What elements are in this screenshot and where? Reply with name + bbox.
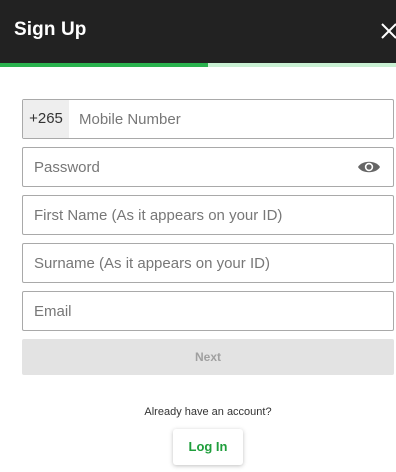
country-code-prefix: +265 [23,100,69,138]
mobile-number-field: +265 [22,99,394,139]
log-in-button[interactable]: Log In [173,429,243,465]
signup-progress-bar [0,63,396,67]
surname-input[interactable] [34,244,384,282]
page-title: Sign Up [14,19,87,40]
signup-progress-fill [0,63,208,67]
header-bar: Sign Up [0,0,396,63]
email-field [22,291,394,331]
eye-icon[interactable] [357,158,381,176]
password-input[interactable] [34,148,344,186]
password-field [22,147,394,187]
mobile-number-input[interactable] [79,100,379,138]
surname-field [22,243,394,283]
close-icon[interactable] [378,20,396,40]
first-name-input[interactable] [34,196,384,234]
next-button[interactable]: Next [22,339,394,375]
email-input[interactable] [34,292,384,330]
first-name-field [22,195,394,235]
login-prompt-text: Already have an account? [144,406,272,418]
